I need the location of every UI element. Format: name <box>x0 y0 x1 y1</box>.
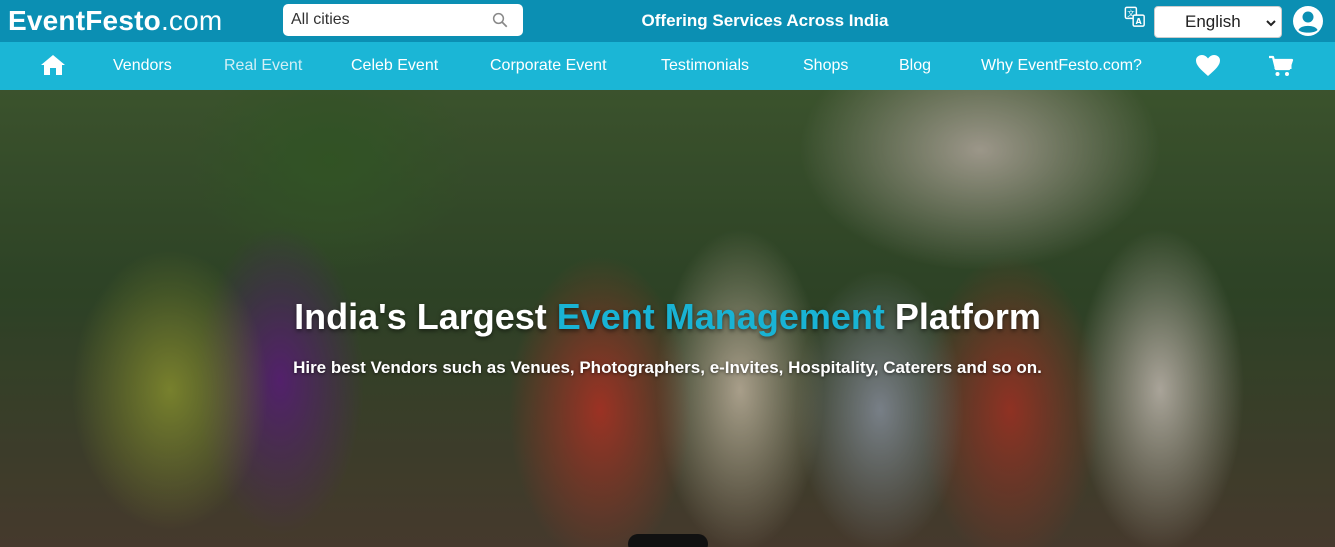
main-nav: Vendors Real Event Celeb Event Corporate… <box>0 42 1335 90</box>
nav-item-why-eventfesto[interactable]: Why EventFesto.com? <box>981 42 1142 90</box>
language-select[interactable]: English <box>1154 6 1282 38</box>
cart-icon[interactable] <box>1268 55 1294 77</box>
nav-item-vendors[interactable]: Vendors <box>113 42 172 90</box>
language-selected: English <box>1185 12 1241 31</box>
user-account-icon[interactable] <box>1292 5 1324 37</box>
nav-item-corporate-event[interactable]: Corporate Event <box>490 42 607 90</box>
headline-pre: India's Largest <box>294 296 557 337</box>
nav-item-real-event[interactable]: Real Event <box>224 42 302 90</box>
headline-highlight: Event Management <box>556 296 885 337</box>
hero-headline: India's Largest Event Management Platfor… <box>0 296 1335 338</box>
logo-suffix: .com <box>160 5 223 36</box>
chevron-down-icon <box>1266 20 1276 27</box>
svg-text:A: A <box>1136 17 1142 26</box>
wishlist-heart-icon[interactable] <box>1195 54 1221 78</box>
hero-subheadline: Hire best Vendors such as Venues, Photog… <box>293 358 1042 377</box>
translate-icon[interactable]: 文 A <box>1124 6 1146 28</box>
logo-main: EventFesto <box>8 5 161 36</box>
nav-item-celeb-event[interactable]: Celeb Event <box>351 42 438 90</box>
city-search <box>283 4 523 36</box>
carousel-indicator[interactable] <box>628 534 708 547</box>
site-logo[interactable]: EventFesto.com <box>8 2 222 40</box>
header-tagline: Offering Services Across India <box>641 11 889 30</box>
nav-item-testimonials[interactable]: Testimonials <box>661 42 749 90</box>
home-icon[interactable] <box>40 54 66 76</box>
city-search-input[interactable] <box>283 4 483 36</box>
search-icon[interactable] <box>491 11 509 29</box>
top-bar: EventFesto.com Offering Services Across … <box>0 0 1335 42</box>
headline-post: Platform <box>884 296 1041 337</box>
hero-banner: India's Largest Event Management Platfor… <box>0 90 1335 547</box>
nav-item-shops[interactable]: Shops <box>803 42 848 90</box>
nav-item-blog[interactable]: Blog <box>899 42 931 90</box>
